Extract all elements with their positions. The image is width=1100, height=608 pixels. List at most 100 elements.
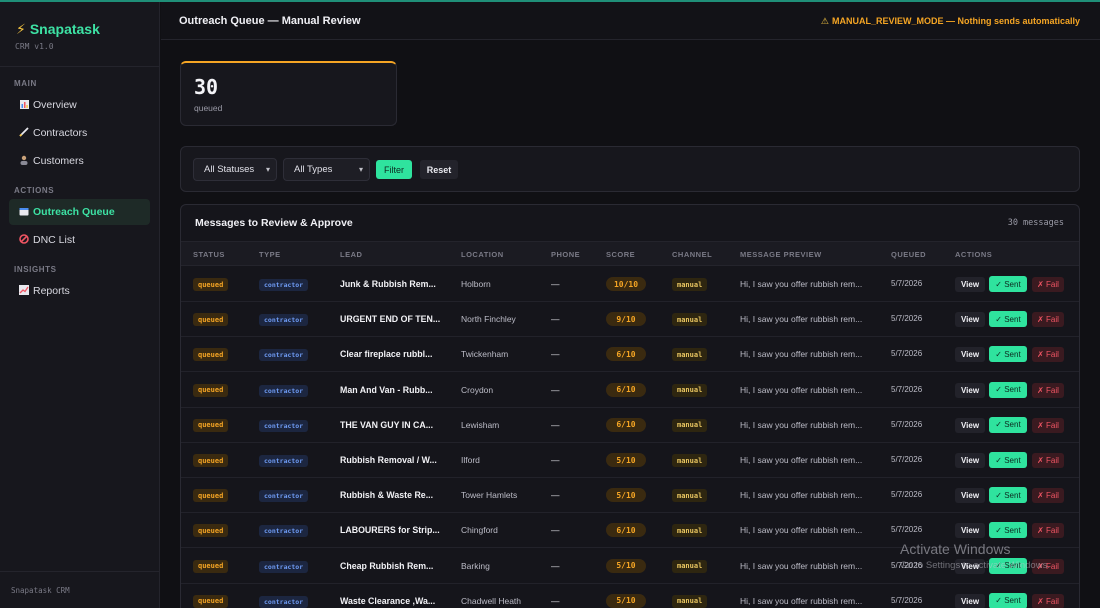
- sidebar-item-reports[interactable]: Reports: [9, 278, 150, 304]
- column-header-location[interactable]: LOCATION: [461, 250, 504, 259]
- mode-warning-text: MANUAL_REVIEW_MODE — Nothing sends autom…: [831, 16, 1080, 26]
- mark-sent-button[interactable]: ✓ Sent: [989, 592, 1027, 608]
- sidebar-item-overview[interactable]: Overview: [9, 92, 150, 118]
- mark-sent-button[interactable]: ✓ Sent: [989, 416, 1027, 433]
- sidebar-item-label: Outreach Queue: [33, 206, 115, 218]
- mark-fail-button[interactable]: ✗ Fail: [1032, 277, 1064, 292]
- view-button[interactable]: View: [955, 382, 985, 398]
- phone: —: [551, 314, 560, 325]
- table-row[interactable]: queued contractor Waste Clearance ,Wa... Ch…: [181, 584, 1079, 608]
- message-preview: Hi, I saw you offer rubbish rem...: [740, 455, 863, 465]
- sidebar-section-actions: ACTIONS: [14, 186, 55, 195]
- column-header-lead[interactable]: LEAD: [340, 250, 362, 259]
- table-row[interactable]: queued contractor Man And Van - Rubb... Cro…: [181, 373, 1079, 408]
- column-header-type[interactable]: TYPE: [259, 250, 281, 259]
- queued-label: queued: [194, 103, 223, 113]
- message-preview: Hi, I saw you offer rubbish rem...: [740, 595, 863, 606]
- lead-name: Cheap Rubbish Rem...: [340, 560, 434, 571]
- mark-sent-button[interactable]: ✓ Sent: [989, 487, 1027, 504]
- sidebar-item-label: Customers: [33, 155, 84, 167]
- view-button[interactable]: View: [955, 417, 985, 433]
- sidebar-item-outreach-queue[interactable]: Outreach Queue: [9, 199, 150, 225]
- mark-fail-button[interactable]: ✗ Fail: [1032, 453, 1064, 468]
- channel-badge: manual: [672, 489, 708, 503]
- sidebar-item-label: Overview: [33, 99, 77, 111]
- mark-sent-button[interactable]: ✓ Sent: [989, 276, 1027, 292]
- status-select-value: All Statuses: [204, 164, 255, 175]
- type-select[interactable]: All Types ▾: [283, 158, 370, 181]
- table-row[interactable]: queued contractor Rubbish & Waste Re... Tow…: [181, 478, 1079, 514]
- column-header-score[interactable]: SCORE: [606, 250, 635, 259]
- view-button[interactable]: View: [955, 453, 985, 468]
- sidebar-footer-divider: [0, 571, 159, 572]
- sidebar-item-customers[interactable]: Customers: [9, 148, 150, 174]
- view-button[interactable]: View: [955, 347, 985, 363]
- type-badge: contractor: [259, 560, 309, 573]
- location: Holborn: [461, 279, 491, 289]
- sidebar-item-dnc-list[interactable]: DNC List: [9, 227, 150, 253]
- column-header-phone[interactable]: PHONE: [551, 250, 580, 259]
- channel-badge: manual: [672, 524, 708, 538]
- view-button[interactable]: View: [955, 593, 985, 608]
- queued-date: 5/7/2026: [891, 525, 923, 535]
- brand[interactable]: ⚡ Snapatask: [16, 21, 100, 38]
- view-button[interactable]: View: [955, 523, 985, 539]
- mark-fail-button[interactable]: ✗ Fail: [1032, 347, 1064, 363]
- status-badge: queued: [193, 278, 229, 291]
- mark-fail-button[interactable]: ✗ Fail: [1032, 312, 1064, 328]
- column-header-message-preview[interactable]: MESSAGE PREVIEW: [740, 250, 822, 259]
- lead-name: URGENT END OF TEN...: [340, 314, 441, 325]
- reset-button[interactable]: Reset: [420, 160, 458, 179]
- sidebar-section-insights: INSIGHTS: [14, 265, 57, 274]
- column-header-channel[interactable]: CHANNEL: [672, 250, 712, 259]
- channel-badge: manual: [672, 594, 708, 608]
- mark-fail-button[interactable]: ✗ Fail: [1032, 523, 1064, 539]
- type-select-value: All Types: [294, 164, 333, 175]
- sidebar-item-label: DNC List: [33, 234, 76, 246]
- person-icon: [17, 155, 31, 167]
- column-header-status[interactable]: STATUS: [193, 250, 225, 259]
- inbox-icon: [17, 207, 31, 218]
- table-row[interactable]: queued contractor URGENT END OF TEN... Nort…: [181, 302, 1079, 338]
- message-preview: Hi, I saw you offer rubbish rem...: [740, 525, 863, 536]
- phone: —: [551, 560, 560, 571]
- page-header: Outreach Queue — Manual Review ⚠ MANUAL_R…: [161, 2, 1100, 40]
- mark-fail-button[interactable]: ✗ Fail: [1032, 417, 1064, 433]
- location: Barking: [461, 560, 490, 571]
- status-badge: queued: [193, 348, 229, 362]
- phone: —: [551, 455, 560, 465]
- type-badge: contractor: [259, 384, 309, 397]
- table-row[interactable]: queued contractor Rubbish Removal / W... Il…: [181, 443, 1079, 478]
- view-button[interactable]: View: [955, 488, 985, 504]
- queued-date: 5/7/2026: [891, 490, 923, 500]
- score-badge: 6/10: [606, 382, 646, 397]
- status-select[interactable]: All Statuses ▾: [193, 158, 277, 181]
- lead-name: Rubbish Removal / W...: [340, 455, 437, 465]
- filter-button[interactable]: Filter: [376, 160, 412, 179]
- view-button[interactable]: View: [955, 277, 985, 292]
- table-row[interactable]: queued contractor THE VAN GUY IN CA... Lewi…: [181, 408, 1079, 443]
- message-count: 30 messages: [1007, 218, 1064, 228]
- channel-badge: manual: [672, 454, 708, 467]
- mark-fail-button[interactable]: ✗ Fail: [1032, 488, 1064, 504]
- mark-sent-button[interactable]: ✓ Sent: [989, 452, 1027, 468]
- queued-date: 5/7/2026: [891, 595, 923, 605]
- mark-sent-button[interactable]: ✓ Sent: [989, 311, 1027, 328]
- table-row[interactable]: queued contractor Clear fireplace rubbl...…: [181, 337, 1079, 373]
- channel-badge: manual: [672, 559, 708, 573]
- type-badge: contractor: [259, 279, 309, 291]
- view-button[interactable]: View: [955, 312, 985, 328]
- mark-sent-button[interactable]: ✓ Sent: [989, 522, 1027, 539]
- table-row[interactable]: queued contractor Junk & Rubbish Rem... Hol…: [181, 267, 1079, 302]
- column-header-queued[interactable]: QUEUED: [891, 250, 926, 259]
- mark-fail-button[interactable]: ✗ Fail: [1032, 593, 1064, 608]
- pencil-icon: [17, 127, 31, 139]
- sidebar-item-label: Contractors: [33, 127, 88, 139]
- mark-sent-button[interactable]: ✓ Sent: [989, 381, 1027, 398]
- location: Chadwell Heath: [461, 595, 522, 606]
- mark-sent-button[interactable]: ✓ Sent: [989, 346, 1027, 363]
- sidebar-item-contractors[interactable]: Contractors: [9, 120, 150, 146]
- mark-fail-button[interactable]: ✗ Fail: [1032, 382, 1064, 398]
- activate-windows-watermark-title: Activate Windows: [900, 541, 1011, 557]
- queued-date: 5/7/2026: [891, 419, 923, 429]
